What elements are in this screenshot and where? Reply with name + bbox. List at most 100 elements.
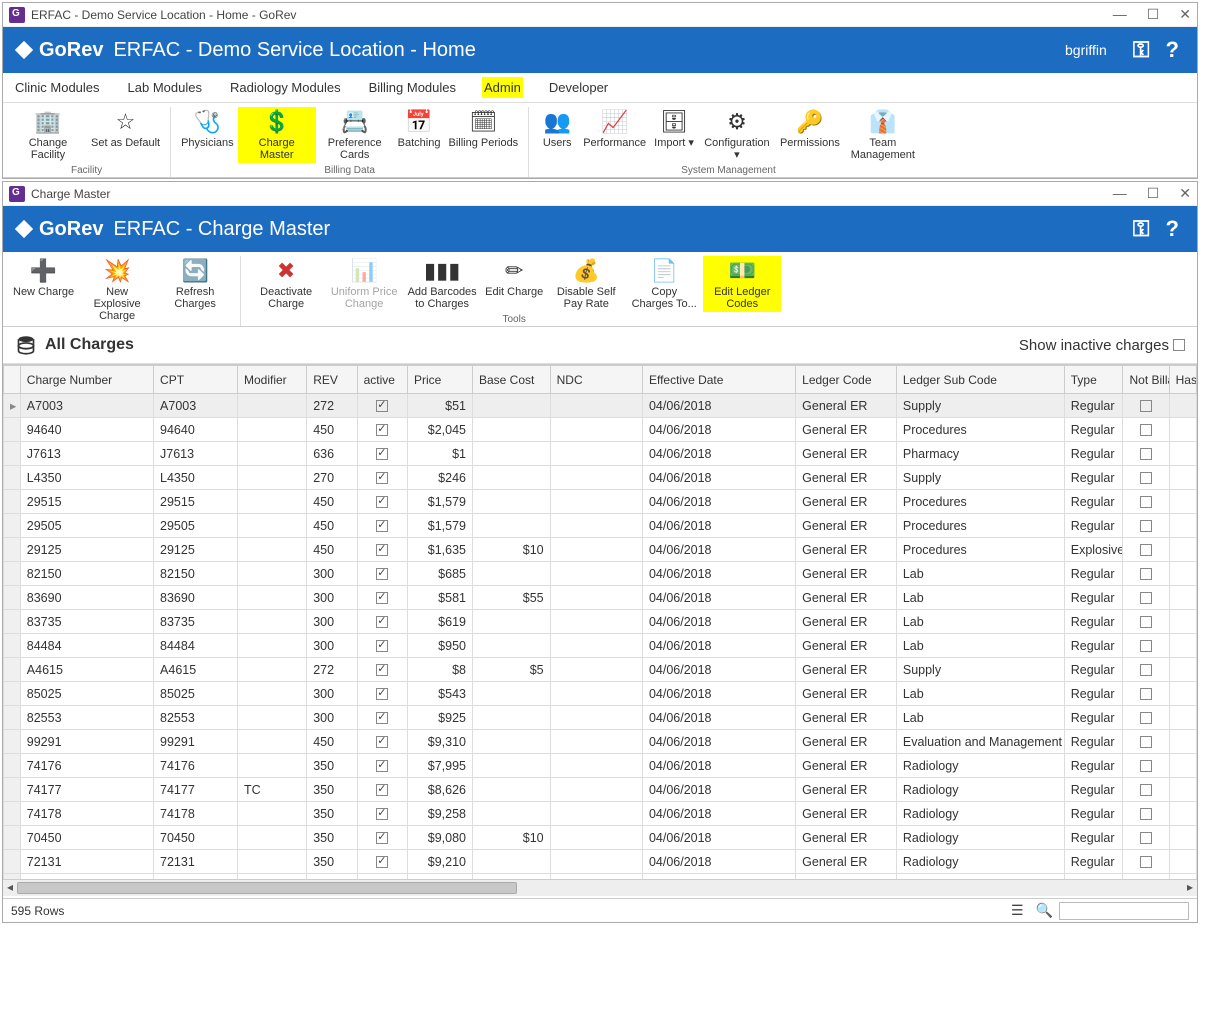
ribbon-set-as-default[interactable]: ☆Set as Default [87,107,164,163]
ribbon-deactivate-charge[interactable]: ✖Deactivate Charge [247,256,325,312]
ribbon-users[interactable]: 👥Users [535,107,579,163]
active-checkbox[interactable] [376,424,388,436]
active-checkbox[interactable] [376,616,388,628]
not-billable-checkbox[interactable] [1140,448,1152,460]
horizontal-scrollbar[interactable]: ◂ ▸ [3,879,1197,896]
tab-admin[interactable]: Admin [482,77,523,98]
not-billable-checkbox[interactable] [1140,736,1152,748]
table-row[interactable]: 8502585025300$54304/06/2018General ERLab… [4,682,1197,706]
not-billable-checkbox[interactable] [1140,544,1152,556]
active-checkbox[interactable] [376,496,388,508]
table-row[interactable]: 7417874178350$9,25804/06/2018General ERR… [4,802,1197,826]
help-icon[interactable]: ? [1166,37,1179,63]
minimize-button[interactable]: — [1113,6,1127,23]
search-icon[interactable]: 🔍 [1036,902,1053,919]
scroll-right-icon[interactable]: ▸ [1183,880,1197,897]
tab-clinic-modules[interactable]: Clinic Modules [13,77,102,98]
col-has[interactable]: Has [1169,366,1196,394]
ribbon-edit-ledger-codes[interactable]: 💵Edit Ledger Codes [703,256,781,312]
table-row[interactable]: 7045070450350$9,080$1004/06/2018General … [4,826,1197,850]
active-checkbox[interactable] [376,592,388,604]
not-billable-checkbox[interactable] [1140,568,1152,580]
ribbon-edit-charge[interactable]: ✏Edit Charge [481,256,547,312]
minimize-button[interactable]: — [1113,185,1127,202]
search-input[interactable] [1059,902,1189,920]
show-inactive-checkbox[interactable] [1173,339,1185,351]
table-row[interactable]: J7613J7613636$104/06/2018General ERPharm… [4,442,1197,466]
active-checkbox[interactable] [376,784,388,796]
col-effective-date[interactable]: Effective Date [642,366,795,394]
table-row[interactable]: 7417674176350$7,99504/06/2018General ERR… [4,754,1197,778]
close-button[interactable]: ✕ [1179,6,1191,23]
table-row[interactable]: 8255382553300$92504/06/2018General ERLab… [4,706,1197,730]
ribbon-batching[interactable]: 📅Batching [394,107,445,163]
table-row[interactable]: 8448484484300$95004/06/2018General ERLab… [4,634,1197,658]
active-checkbox[interactable] [376,568,388,580]
ribbon-physicians[interactable]: 🩺Physicians [177,107,238,163]
keys-icon[interactable]: ⚿ [1133,216,1150,242]
scroll-thumb[interactable] [17,882,517,894]
ribbon-permissions[interactable]: 🔑Permissions [776,107,844,163]
ribbon-refresh-charges[interactable]: 🔄Refresh Charges [156,256,234,324]
col-type[interactable]: Type [1064,366,1123,394]
not-billable-checkbox[interactable] [1140,760,1152,772]
active-checkbox[interactable] [376,760,388,772]
active-checkbox[interactable] [376,400,388,412]
not-billable-checkbox[interactable] [1140,640,1152,652]
tab-billing-modules[interactable]: Billing Modules [367,77,458,98]
col-not-billable[interactable]: Not Billable [1123,366,1169,394]
not-billable-checkbox[interactable] [1140,520,1152,532]
help-icon[interactable]: ? [1166,216,1179,242]
not-billable-checkbox[interactable] [1140,808,1152,820]
ribbon-copy-charges-to-[interactable]: 📄Copy Charges To... [625,256,703,312]
col-price[interactable]: Price [407,366,472,394]
not-billable-checkbox[interactable] [1140,664,1152,676]
not-billable-checkbox[interactable] [1140,688,1152,700]
table-row[interactable]: 9464094640450$2,04504/06/2018General ERP… [4,418,1197,442]
active-checkbox[interactable] [376,712,388,724]
tab-radiology-modules[interactable]: Radiology Modules [228,77,343,98]
ribbon-new-charge[interactable]: ➕New Charge [9,256,78,324]
active-checkbox[interactable] [376,688,388,700]
table-row[interactable]: ▸A7003A7003272$5104/06/2018General ERSup… [4,394,1197,418]
table-row[interactable]: 9929199291450$9,31004/06/2018General ERE… [4,730,1197,754]
ribbon-charge-master[interactable]: 💲Charge Master [238,107,316,163]
ribbon-new-explosive-charge[interactable]: 💥New Explosive Charge [78,256,156,324]
maximize-button[interactable]: ☐ [1147,185,1160,202]
active-checkbox[interactable] [376,448,388,460]
active-checkbox[interactable] [376,808,388,820]
scroll-left-icon[interactable]: ◂ [3,880,17,897]
ribbon-team-management[interactable]: 👔Team Management [844,107,922,163]
table-row[interactable]: 8373583735300$61904/06/2018General ERLab… [4,610,1197,634]
ribbon-change-facility[interactable]: 🏢Change Facility [9,107,87,163]
col-ledger-sub-code[interactable]: Ledger Sub Code [896,366,1064,394]
col-ndc[interactable]: NDC [550,366,642,394]
col-cpt[interactable]: CPT [154,366,238,394]
col-modifier[interactable]: Modifier [237,366,306,394]
ribbon-add-barcodes-to-charges[interactable]: ▮▮▮Add Barcodes to Charges [403,256,481,312]
tab-developer[interactable]: Developer [547,77,610,98]
tab-lab-modules[interactable]: Lab Modules [126,77,204,98]
table-row[interactable]: A4615A4615272$8$504/06/2018General ERSup… [4,658,1197,682]
table-row[interactable]: 7213172131350$9,21004/06/2018General ERR… [4,850,1197,874]
table-row[interactable]: L4350L4350270$24604/06/2018General ERSup… [4,466,1197,490]
ribbon-uniform-price-change[interactable]: 📊Uniform Price Change [325,256,403,312]
keys-icon[interactable]: ⚿ [1133,37,1150,63]
not-billable-checkbox[interactable] [1140,856,1152,868]
not-billable-checkbox[interactable] [1140,592,1152,604]
ribbon-preference-cards[interactable]: 📇Preference Cards [316,107,394,163]
active-checkbox[interactable] [376,664,388,676]
active-checkbox[interactable] [376,832,388,844]
col-base-cost[interactable]: Base Cost [472,366,550,394]
list-icon[interactable]: ☰ [1011,902,1024,919]
ribbon-configuration-[interactable]: ⚙Configuration ▾ [698,107,776,163]
close-button[interactable]: ✕ [1179,185,1191,202]
not-billable-checkbox[interactable] [1140,784,1152,796]
not-billable-checkbox[interactable] [1140,424,1152,436]
table-row[interactable]: 8369083690300$581$5504/06/2018General ER… [4,586,1197,610]
not-billable-checkbox[interactable] [1140,712,1152,724]
not-billable-checkbox[interactable] [1140,616,1152,628]
active-checkbox[interactable] [376,736,388,748]
active-checkbox[interactable] [376,856,388,868]
col-charge-number[interactable]: Charge Number [20,366,153,394]
